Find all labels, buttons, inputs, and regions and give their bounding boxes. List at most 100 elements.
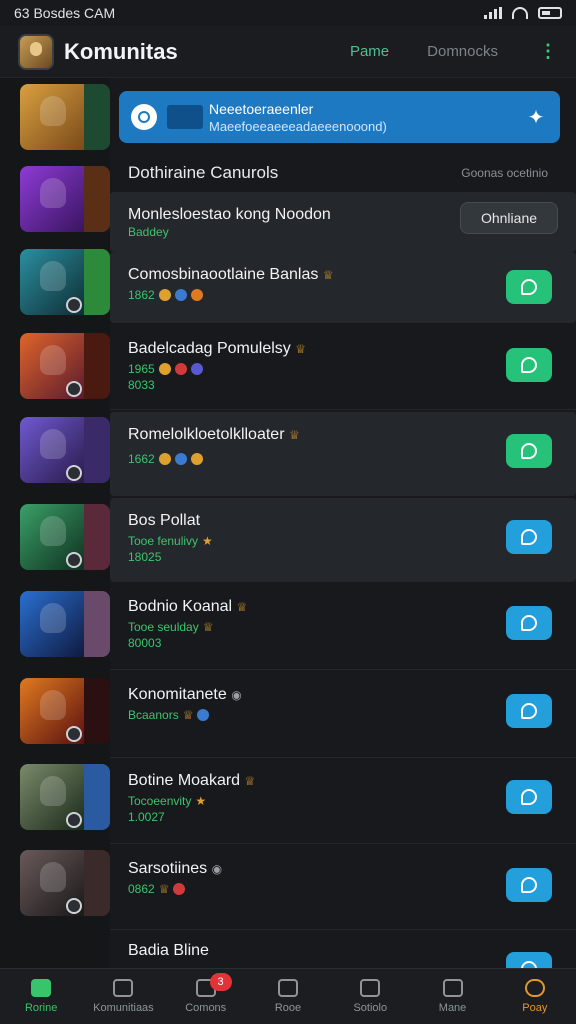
nav-item-communities[interactable]: Komunitiaas	[82, 969, 164, 1024]
nav-item-social[interactable]: Sotiolo	[329, 969, 411, 1024]
crown-icon: ♕	[244, 774, 256, 788]
section-header: Dothiraine Canurols Goonas ocetinio	[128, 162, 548, 184]
verified-icon: ◉	[231, 688, 242, 702]
community-thumbnail-rail	[0, 78, 110, 968]
community-status: Tocoeenvity ★	[128, 794, 207, 808]
bottom-nav: Rorine Komunitiaas 3 Comons Rooe Sotiolo …	[0, 968, 576, 1024]
community-members: 18025	[128, 550, 162, 564]
nav-item-comments[interactable]: 3 Comons	[165, 969, 247, 1024]
community-members: 8033	[128, 378, 155, 392]
battery-icon	[538, 7, 562, 19]
notification-badge: 3	[209, 973, 232, 991]
nav-label: Rorine	[24, 1002, 58, 1014]
image-icon	[442, 979, 463, 997]
community-thumb[interactable]	[20, 850, 110, 916]
chat-icon	[521, 789, 537, 805]
community-thumb[interactable]	[20, 166, 110, 232]
list-item[interactable]: Badelcadag Pomulelsy ♕ 1965 8033	[110, 326, 576, 410]
list-item[interactable]: Badia Bline	[110, 932, 576, 968]
chat-button[interactable]	[506, 694, 552, 728]
banner-text: Neeetoeraeenler Maeefoeeaeeeadaeeenooond…	[209, 101, 524, 134]
chat-button[interactable]	[506, 520, 552, 554]
banner-title: Neeetoeraeenler	[209, 100, 314, 117]
community-name: Sarsotiines ◉	[128, 860, 223, 877]
tab-other[interactable]: Domnocks	[427, 43, 498, 60]
chat-button[interactable]	[506, 952, 552, 968]
community-name: Badia Bline	[128, 942, 209, 959]
list-item[interactable]: Konomitanete ◉ Bcaanors ♕	[110, 672, 576, 758]
community-name: Monlesloestao kong Noodon	[128, 206, 331, 223]
community-name: Konomitanete ◉	[128, 686, 242, 703]
community-status: Tooe fenulivy ★	[128, 534, 213, 548]
nav-label: Sotiolo	[353, 1002, 388, 1014]
chat-button[interactable]	[506, 270, 552, 304]
community-name: Botine Moakard ♕	[128, 772, 256, 789]
chat-button[interactable]	[506, 434, 552, 468]
community-stats: 0862 ♕	[128, 882, 186, 896]
online-button[interactable]: Ohnliane	[460, 202, 558, 234]
chat-icon	[521, 443, 537, 459]
list-item[interactable]: Bos Pollat Tooe fenulivy ★ 18025	[110, 498, 576, 582]
chat-button[interactable]	[506, 868, 552, 902]
verified-icon: ◉	[211, 862, 223, 876]
chat-icon	[521, 877, 537, 893]
list-item[interactable]: Botine Moakard ♕ Tocoeenvity ★ 1.0027	[110, 758, 576, 844]
community-thumb[interactable]	[20, 84, 110, 150]
list-item[interactable]: Romelolkloetolklloater ♕ 1662	[110, 412, 576, 496]
nav-item-home[interactable]: Rorine	[0, 969, 82, 1024]
community-thumb[interactable]	[20, 504, 110, 570]
community-stats: 1862	[128, 288, 203, 302]
community-thumb[interactable]	[20, 591, 110, 657]
box-icon	[277, 979, 298, 997]
community-status: Bcaanors ♕	[128, 708, 210, 722]
community-name: Bodnio Koanal ♕	[128, 598, 248, 615]
heart-icon	[360, 979, 381, 997]
chat-icon	[521, 703, 537, 719]
search-icon	[524, 979, 545, 997]
community-thumb[interactable]	[20, 417, 110, 483]
section-link[interactable]: Goonas ocetinio	[461, 166, 548, 180]
community-name: Bos Pollat	[128, 512, 201, 529]
community-stats: 1965	[128, 362, 203, 376]
community-name: Comosbinaootlaine Banlas ♕	[128, 266, 334, 283]
wifi-icon	[512, 7, 528, 19]
chat-icon	[521, 357, 537, 373]
community-members: 1.0027	[128, 810, 165, 824]
community-members: 80003	[128, 636, 162, 650]
community-thumb[interactable]	[20, 764, 110, 830]
list-item[interactable]: Bodnio Koanal ♕ Tooe seulday ♕ 80003	[110, 584, 576, 670]
nav-label: Mane	[438, 1002, 467, 1014]
status-bar: 63 Bosdes CAM	[0, 0, 576, 26]
tab-game[interactable]: Pame	[350, 43, 389, 60]
nav-label: Rooe	[274, 1002, 302, 1014]
chat-icon	[521, 615, 537, 631]
list-item[interactable]: Comosbinaootlaine Banlas ♕ 1862	[110, 252, 576, 323]
community-name: Romelolkloetolklloater ♕	[128, 426, 300, 443]
crown-icon: ♕	[288, 428, 300, 442]
crown-icon: ♕	[295, 342, 306, 356]
signal-icon	[484, 7, 502, 19]
chat-button[interactable]	[506, 606, 552, 640]
list-item[interactable]: Monlesloestao kong Noodon Baddey Ohnlian…	[110, 192, 576, 252]
app-bar: Komunitas Pame Domnocks ⋮	[0, 26, 576, 78]
more-vertical-icon[interactable]: ⋮	[538, 41, 558, 62]
nav-item-media[interactable]: Mane	[411, 969, 493, 1024]
list-item[interactable]: Sarsotiines ◉ 0862 ♕	[110, 846, 576, 930]
community-stats: 1662	[128, 452, 203, 466]
status-text: 63 Bosdes CAM	[14, 5, 116, 21]
announcement-banner[interactable]: Neeetoeraeenler Maeefoeeaeeeadaeeenooond…	[119, 91, 560, 143]
banner-subtitle: Maeefoeeaeeeadaeeenooond)	[209, 118, 387, 134]
banner-logo	[167, 105, 203, 129]
nav-item-search[interactable]: Poay	[494, 969, 576, 1024]
chat-button[interactable]	[506, 780, 552, 814]
people-icon	[113, 979, 134, 997]
section-title: Dothiraine Canurols	[128, 163, 279, 182]
nav-label: Komunitiaas	[93, 1002, 154, 1014]
chat-button[interactable]	[506, 348, 552, 382]
community-thumb[interactable]	[20, 249, 110, 315]
community-thumb[interactable]	[20, 333, 110, 399]
nav-item-rooe[interactable]: Rooe	[247, 969, 329, 1024]
star-pin-icon[interactable]: ✦	[524, 105, 548, 130]
community-thumb[interactable]	[20, 678, 110, 744]
home-icon	[31, 979, 52, 997]
